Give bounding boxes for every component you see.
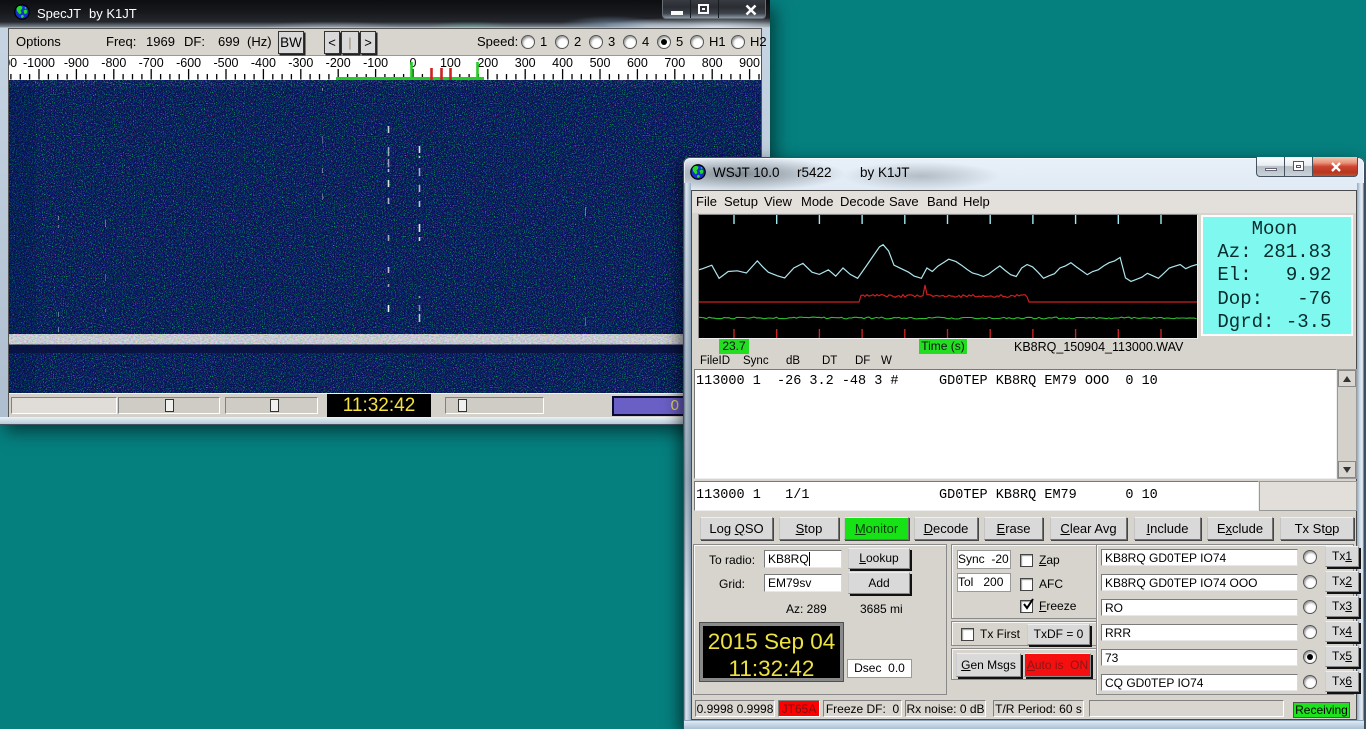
svg-text:-700: -700 [139, 56, 164, 70]
svg-text:-400: -400 [251, 56, 276, 70]
svg-text:200: 200 [477, 56, 498, 70]
svg-text:600: 600 [627, 56, 648, 70]
svg-text:-1000: -1000 [23, 56, 55, 70]
svg-text:-500: -500 [213, 56, 238, 70]
svg-text:-600: -600 [176, 56, 201, 70]
svg-text:-800: -800 [101, 56, 126, 70]
svg-text:100: 100 [440, 56, 461, 70]
svg-text:900: 900 [739, 56, 760, 70]
svg-text:300: 300 [515, 56, 536, 70]
svg-text:700: 700 [664, 56, 685, 70]
svg-text:-1100: -1100 [9, 56, 17, 70]
svg-text:500: 500 [590, 56, 611, 70]
svg-text:-900: -900 [64, 56, 89, 70]
svg-text:800: 800 [702, 56, 723, 70]
svg-text:-100: -100 [363, 56, 388, 70]
svg-text:400: 400 [552, 56, 573, 70]
svg-text:-200: -200 [326, 56, 351, 70]
svg-text:-300: -300 [288, 56, 313, 70]
